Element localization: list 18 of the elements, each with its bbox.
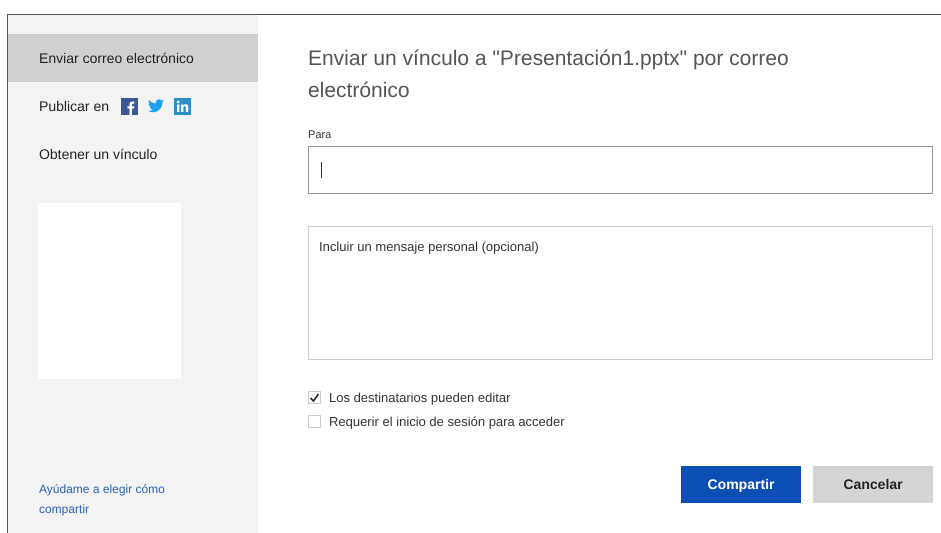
sidebar-item[interactable]: Publicar en bbox=[8, 82, 258, 130]
to-field[interactable] bbox=[308, 146, 933, 194]
to-label: Para bbox=[308, 128, 332, 143]
share-button[interactable]: Compartir bbox=[681, 466, 801, 502]
help-link[interactable]: Ayúdame a elegir cómo compartir bbox=[39, 479, 189, 519]
cancel-button[interactable]: Cancelar bbox=[813, 466, 933, 502]
facebook-icon[interactable] bbox=[121, 98, 138, 114]
checkbox-label: Los destinatarios pueden editar bbox=[329, 388, 510, 407]
sidebar-item[interactable]: Obtener un vínculo bbox=[8, 130, 258, 178]
linkedin-icon[interactable] bbox=[174, 98, 192, 114]
checkbox[interactable] bbox=[308, 390, 321, 404]
text-cursor-icon bbox=[321, 162, 322, 178]
bird-icon[interactable] bbox=[148, 99, 164, 113]
dialog-title: Enviar un vínculo a "Presentación1.pptx" por correo electrónico bbox=[308, 46, 790, 104]
checkbox-label: Requerir el inicio de sesión para acceder bbox=[329, 413, 565, 431]
sidebar-item[interactable]: Enviar correo electrónico bbox=[8, 34, 258, 82]
message-field[interactable]: Incluir un mensaje personal (opcional) bbox=[308, 226, 933, 360]
checkbox[interactable] bbox=[308, 415, 321, 428]
